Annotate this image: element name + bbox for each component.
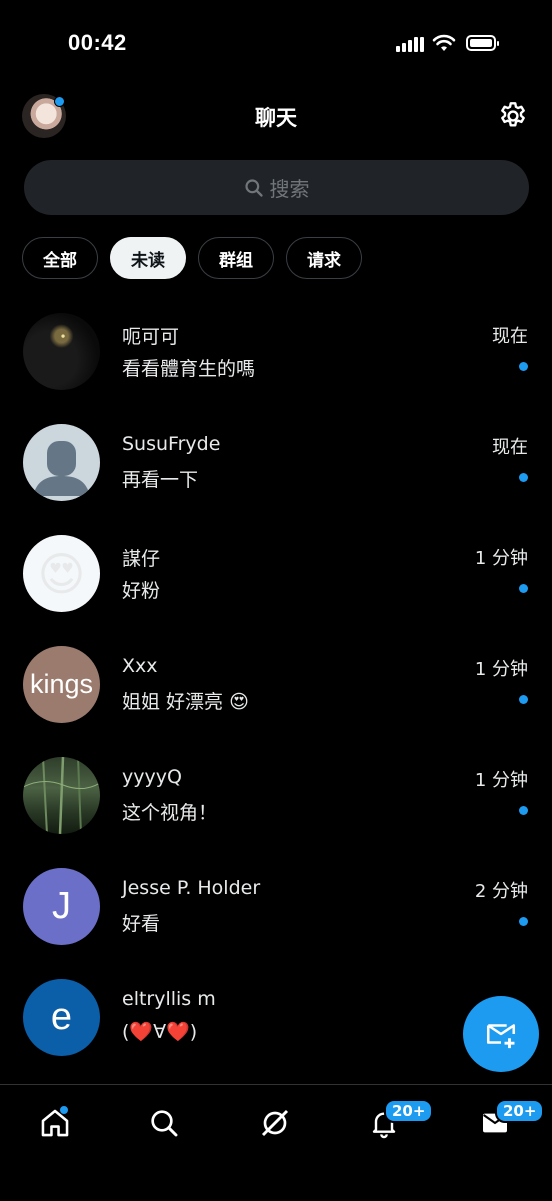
avatar: e [23,979,100,1056]
heart-icon: ❤️ [166,1021,190,1043]
search-input[interactable]: 搜索 [24,160,529,215]
conversation-preview: 好看 [122,913,161,935]
conversation-row[interactable]: kings Xxx 姐姐 好漂亮 😍 1 分钟 [0,631,552,742]
notification-count-badge: 20+ [384,1099,434,1123]
conversation-time: 现在 [492,326,528,347]
conversation-row[interactable]: J Jesse P. Holder 好看 2 分钟 [0,853,552,964]
avatar: J [23,868,100,945]
bamboo-photo [23,757,100,834]
filter-tabs: 全部 未读 群组 请求 [22,237,362,281]
compose-message-icon [486,1024,516,1049]
conversation-preview: 好粉 [122,580,161,602]
conversation-row[interactable]: 呃可可 看看體育生的嗎 现在 [0,298,552,409]
conversation-name: eltryllis m [122,988,216,1010]
unread-dot [519,584,528,593]
conversation-time: 2 分钟 [474,881,528,902]
wifi-icon [432,34,456,51]
conversation-name: 呃可可 [122,326,180,348]
search-icon [244,178,263,197]
conversation-name: yyyyQ [122,766,182,788]
new-message-button[interactable] [463,996,539,1072]
avatar [23,757,100,834]
conversation-name: 謀仔 [122,548,161,570]
grok-icon [261,1109,289,1137]
heart-eyes-emoji-icon: 😍 [229,691,249,713]
status-bar: 00:42 [0,0,552,90]
conversation-name: SusuFryde [122,433,221,455]
unread-dot [519,806,528,815]
filter-requests[interactable]: 请求 [286,237,362,279]
search-icon [151,1110,178,1137]
avatar-letter: J [52,885,71,927]
conversation-row[interactable]: 😍 謀仔 好粉 1 分钟 [0,520,552,631]
settings-gear-icon[interactable] [497,100,529,132]
conversation-preview: 再看一下 [122,469,199,491]
conversation-time: 1 分钟 [474,548,528,569]
message-count-badge: 20+ [495,1099,545,1123]
top-bar: 聊天 [0,90,552,146]
avatar: kings [23,646,100,723]
unread-dot [519,917,528,926]
search-placeholder: 搜索 [269,177,310,201]
avatar-letter: e [50,996,73,1038]
unread-dot [519,473,528,482]
nav-grok[interactable] [255,1103,295,1143]
avatar [23,424,100,501]
heart-eyes-emoji-icon: 😍 [37,546,86,601]
heart-icon: ❤️ [129,1021,154,1043]
unread-dot [519,362,528,371]
filter-groups[interactable]: 群组 [198,237,274,279]
avatar [23,313,100,390]
conversation-time: 现在 [492,437,528,458]
bottom-nav: 20+ 20+ [0,1084,552,1201]
page-title: 聊天 [255,106,297,130]
nav-messages[interactable]: 20+ [475,1099,545,1143]
avatar: 😍 [23,535,100,612]
conversation-time: 1 分钟 [474,770,528,791]
filter-all[interactable]: 全部 [22,237,98,279]
nav-search[interactable] [144,1103,184,1143]
conversation-name: Jesse P. Holder [122,877,261,899]
default-person-icon [33,441,90,496]
conversation-preview: 姐姐 好漂亮 😍 [122,691,249,713]
status-time: 00:42 [68,30,127,55]
notification-dot [59,1105,69,1115]
conversation-preview: 这个视角！ [122,802,218,824]
conversation-preview: 看看體育生的嗎 [122,358,256,380]
avatar-text: kings [29,669,94,699]
nav-home[interactable] [35,1103,75,1143]
unread-dot [519,695,528,704]
cellular-signal-icon [396,36,426,52]
filter-unread[interactable]: 未读 [110,237,186,279]
conversation-preview: (❤️∀❤️) [122,1021,198,1043]
conversation-row[interactable]: yyyyQ 这个视角！ 1 分钟 [0,742,552,853]
conversation-row[interactable]: SusuFryde 再看一下 现在 [0,409,552,520]
battery-icon [466,35,499,51]
conversation-name: Xxx [122,655,158,677]
nav-notifications[interactable]: 20+ [364,1099,434,1143]
conversation-time: 1 分钟 [474,659,528,680]
